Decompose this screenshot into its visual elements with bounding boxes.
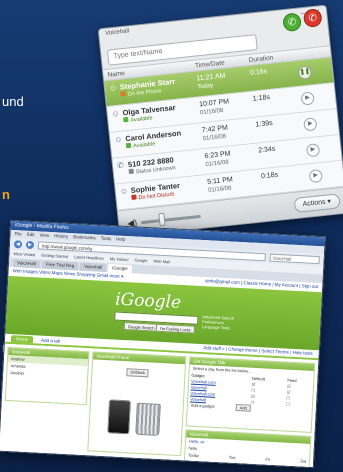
play-icon: ▶ — [307, 120, 313, 128]
forward-arrow-icon: ▶ — [27, 241, 33, 249]
hangup-icon: ✆ — [308, 12, 318, 25]
play-icon: ▶ — [304, 94, 311, 102]
gadget-title: VoiceHall Phone — [93, 352, 186, 365]
status-phone-icon — [120, 91, 126, 97]
browser-tab[interactable]: VoiceHall — [12, 259, 40, 269]
contact-status: Available — [130, 115, 153, 124]
menu-history[interactable]: History — [54, 233, 68, 240]
status-available-icon — [125, 142, 132, 149]
contact-status: On the Phone — [127, 88, 162, 98]
call-duration: 2:34s — [257, 145, 276, 155]
tab-home[interactable]: Home — [10, 335, 34, 344]
menu-edit[interactable]: Edit — [27, 232, 35, 238]
gadget-google-talk: Get Google Talk Select a day from the li… — [185, 356, 316, 433]
google-search-button[interactable]: Google Search — [123, 321, 159, 332]
unblock-button[interactable]: Unblock — [126, 368, 150, 378]
actions-button[interactable]: Actions ▾ — [293, 193, 341, 214]
contact-status: Available — [132, 141, 156, 150]
status-unknown-icon — [128, 168, 135, 175]
call-duration: 0:18s — [260, 171, 279, 181]
contact-icon: ☺ — [111, 108, 121, 119]
phone-number-icon: ✆ — [116, 160, 125, 171]
slide-text-fragment-accent: n — [2, 187, 10, 202]
phone-device-icon — [107, 399, 132, 435]
contact-status: Do Not Disturb — [138, 191, 175, 202]
menu-help[interactable]: Help — [116, 236, 126, 242]
call-duration: 0:16s — [249, 68, 268, 77]
call-duration: 1:18s — [252, 93, 271, 103]
gadget-voicehall-contacts: VoiceHall Andrew Amanda Another — [4, 346, 90, 406]
menu-tools[interactable]: Tools — [101, 236, 112, 243]
play-button[interactable]: ▶ — [300, 91, 315, 106]
day-label: Tue — [228, 454, 236, 461]
play-button[interactable]: ▶ — [303, 117, 318, 132]
menu-file[interactable]: File — [14, 231, 22, 237]
add-gadget-label: Add a gadget — [190, 402, 215, 409]
status-dnd-icon — [131, 194, 137, 200]
contact-icon: ☺ — [108, 82, 118, 93]
language-tools-link[interactable]: Language Tools — [202, 324, 234, 331]
pause-button[interactable]: ❚❚ — [297, 65, 313, 80]
status-available-icon — [123, 116, 129, 123]
call-duration: 1:39s — [255, 119, 274, 129]
menu-view[interactable]: View — [39, 232, 49, 238]
slide-text-fragment: und — [2, 94, 24, 109]
play-button[interactable]: ▶ — [305, 143, 321, 158]
pause-icon: ❚❚ — [299, 68, 311, 76]
bookmark-item[interactable]: Google — [134, 257, 147, 264]
menu-bookmarks[interactable]: Bookmarks — [73, 234, 96, 241]
igoogle-gadgets: VoiceHall Andrew Amanda Another VoiceHal… — [0, 343, 319, 469]
play-icon: ▶ — [310, 146, 316, 153]
gadget-voicehall-phone: VoiceHall Phone Unblock — [87, 351, 187, 457]
trash-can-icon[interactable] — [135, 402, 161, 436]
search-options: Advanced Search Preferences Language Too… — [202, 314, 234, 331]
call-window-title: Voicehall — [104, 28, 130, 37]
bookmark-item[interactable]: My Yahoo! — [110, 256, 129, 263]
back-arrow-icon: ◀ — [15, 241, 21, 248]
contact-icon: ☺ — [113, 134, 123, 145]
forward-button[interactable]: ▶ — [25, 240, 35, 250]
back-button[interactable]: ◀ — [13, 240, 23, 249]
browser-tab[interactable]: Voicehall — [80, 262, 107, 272]
browser-tab-active[interactable]: iGoogle — [107, 264, 132, 274]
bookmark-item[interactable]: Web Mail — [153, 258, 170, 265]
igoogle-logo: iGoogle — [114, 289, 182, 313]
browser-search-field[interactable]: VoiceHall — [269, 253, 320, 265]
feeling-lucky-button[interactable]: I'm Feeling Lucky — [155, 323, 196, 334]
volume-slider-handle[interactable] — [158, 212, 166, 227]
tab-add[interactable]: Add a tab — [35, 336, 66, 345]
phone-icon: ✆ — [287, 16, 297, 29]
day-label: Sat — [299, 458, 307, 464]
day-label: Today — [188, 452, 200, 459]
gadget-voicehall-weather: VoiceHall Hello, sir hello Today Tue Fri… — [183, 429, 312, 469]
call-window: Voicehall — ▢ ✕ ✆ ✆ Name Time/Date Durat… — [97, 4, 343, 238]
contact-icon: ☺ — [119, 186, 129, 197]
contact-status: Status Unknown — [135, 165, 177, 176]
volume-slider-track[interactable] — [141, 214, 202, 225]
play-button[interactable]: ▶ — [308, 168, 323, 184]
bookmark-item[interactable]: Most Visited — [13, 251, 35, 258]
play-icon: ▶ — [313, 172, 319, 179]
browser-window: iGoogle - Mozilla Firefox File Edit View… — [0, 219, 326, 469]
day-label: Fri — [265, 456, 271, 462]
add-gadget-button[interactable]: Add — [235, 403, 252, 412]
